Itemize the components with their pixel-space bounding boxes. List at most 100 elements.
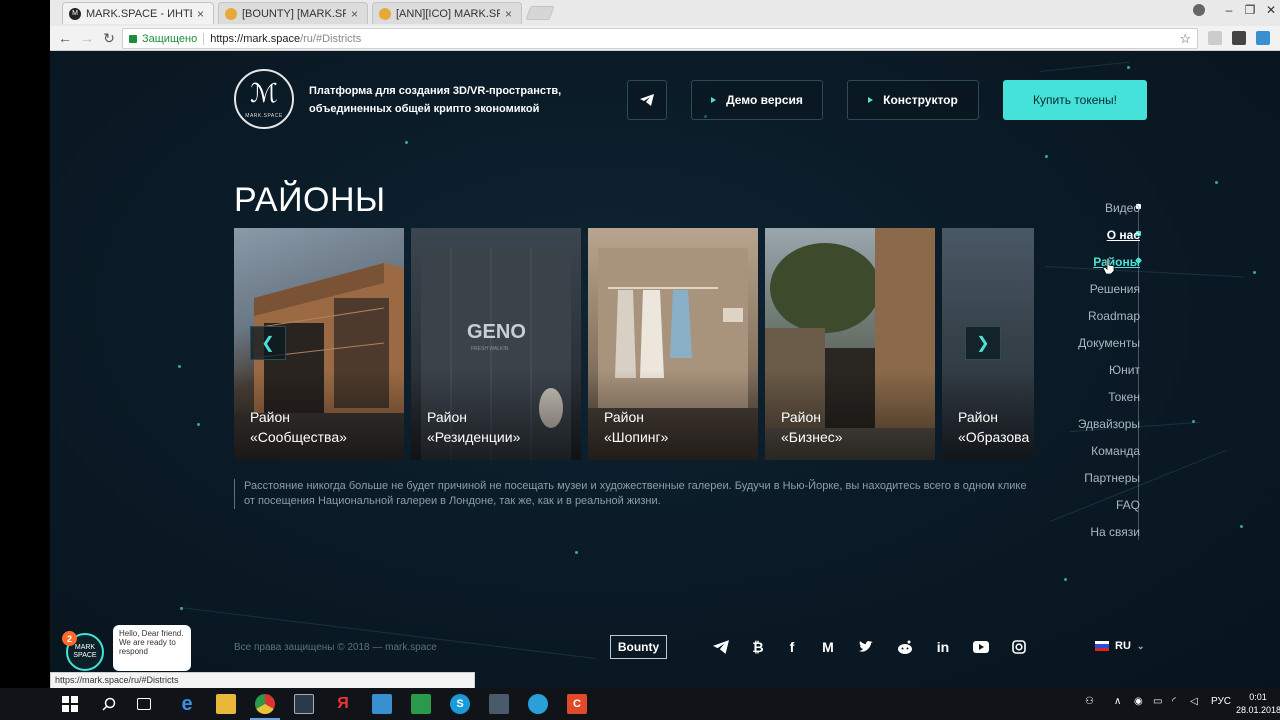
- sidenav-item-team[interactable]: Команда: [1091, 444, 1140, 458]
- card-line1: Район: [781, 409, 821, 425]
- chat-greeting-bubble[interactable]: Hello, Dear friend. We are ready to resp…: [113, 625, 191, 671]
- demo-label: Демо версия: [726, 93, 803, 107]
- card-label: Район «Бизнес»: [781, 407, 843, 447]
- monitor-app-icon[interactable]: [372, 694, 392, 714]
- medium-social-icon[interactable]: M: [818, 637, 838, 657]
- address-bar[interactable]: Защищено https://mark.space /ru/#Distric…: [122, 28, 1198, 49]
- tab-ann[interactable]: [ANN][ICO] MARK.SPACE ×: [372, 2, 522, 24]
- card-line2: «Бизнес»: [781, 429, 843, 445]
- sidenav-item-contact[interactable]: На связи: [1090, 525, 1140, 539]
- tray-expand-icon[interactable]: ∧: [1114, 696, 1121, 707]
- status-bar-url: https://mark.space/ru/#Districts: [50, 672, 475, 688]
- telegram-social-icon[interactable]: [711, 637, 731, 657]
- telegram-button[interactable]: [627, 80, 667, 120]
- volume-icon[interactable]: ◁: [1190, 696, 1198, 707]
- hand-cursor-icon: [1103, 258, 1115, 274]
- sidenav-item-solutions[interactable]: Решения: [1090, 282, 1140, 296]
- telegram-app-icon[interactable]: [528, 694, 548, 714]
- close-icon[interactable]: ×: [351, 7, 361, 21]
- demo-button[interactable]: Демо версия: [691, 80, 823, 120]
- bitcoin-social-icon[interactable]: ₿: [748, 637, 768, 657]
- buy-tokens-button[interactable]: Купить токены!: [1003, 80, 1147, 120]
- extension-reader-icon[interactable]: [1232, 31, 1246, 45]
- task-view-icon[interactable]: [137, 698, 151, 710]
- close-icon[interactable]: ×: [505, 7, 515, 21]
- sidenav-item-partners[interactable]: Партнеры: [1084, 471, 1140, 485]
- account-icon[interactable]: [1193, 4, 1205, 16]
- chat-unread-badge: 2: [62, 631, 77, 646]
- district-card-residences[interactable]: GENO FRESH WALKIN Район «Резиденции»: [411, 228, 581, 460]
- linkedin-social-icon[interactable]: in: [933, 637, 953, 657]
- carousel-prev-button[interactable]: ❮: [250, 326, 286, 360]
- bounty-button[interactable]: Bounty: [610, 635, 667, 659]
- minimize-icon[interactable]: –: [1220, 3, 1238, 17]
- extension-icon[interactable]: [1256, 31, 1270, 45]
- twitter-social-icon[interactable]: [856, 637, 876, 657]
- reddit-social-icon[interactable]: [895, 637, 915, 657]
- youtube-social-icon[interactable]: [971, 637, 991, 657]
- sidenav-item-documents[interactable]: Документы: [1078, 336, 1140, 350]
- district-card-business[interactable]: Район «Бизнес»: [765, 228, 935, 460]
- wifi-icon[interactable]: ◜: [1172, 696, 1176, 707]
- markspace-logo[interactable]: ℳ MARK.SPACE: [234, 69, 294, 129]
- url-path: /ru/#Districts: [300, 32, 362, 45]
- new-tab-button[interactable]: [525, 6, 555, 20]
- language-selector[interactable]: RU ⌄: [1095, 640, 1144, 652]
- forward-arrow-icon[interactable]: →: [78, 29, 96, 47]
- logo-text: MARK.SPACE: [245, 113, 283, 119]
- back-arrow-icon[interactable]: ←: [56, 29, 74, 47]
- instagram-social-icon[interactable]: [1009, 637, 1029, 657]
- yandex-browser-icon[interactable]: Я: [333, 694, 353, 714]
- edge-browser-icon[interactable]: e: [177, 693, 197, 715]
- file-explorer-icon[interactable]: [216, 694, 236, 714]
- window-close-icon[interactable]: ✕: [1262, 3, 1280, 17]
- district-card-shopping[interactable]: Район «Шопинг»: [588, 228, 758, 460]
- star-dot: [1253, 271, 1256, 274]
- sidenav-item-unit[interactable]: Юнит: [1109, 363, 1140, 377]
- browser-chrome: M MARK.SPACE - ИНТЕРНЕ × [BOUNTY] [MARK.…: [50, 0, 1280, 51]
- sidenav-item-advisors[interactable]: Эдвайзоры: [1078, 417, 1140, 431]
- tray-app-icon[interactable]: ◉: [1134, 696, 1143, 707]
- sidenav-item-token[interactable]: Токен: [1108, 390, 1140, 404]
- tab-strip: M MARK.SPACE - ИНТЕРНЕ × [BOUNTY] [MARK.…: [50, 0, 1280, 26]
- sidenav-item-faq[interactable]: FAQ: [1116, 498, 1140, 512]
- star-dot: [178, 365, 181, 368]
- constructor-button[interactable]: Конструктор: [847, 80, 979, 120]
- windows-start-icon[interactable]: [60, 694, 80, 714]
- star-dot: [1064, 578, 1067, 581]
- bitcointalk-favicon-icon: [225, 7, 237, 20]
- bitcointalk-favicon-icon: [379, 7, 391, 20]
- chrome-icon[interactable]: [255, 694, 275, 714]
- header-tagline: Платформа для создания 3D/VR-пространств…: [309, 85, 562, 115]
- star-dot: [197, 423, 200, 426]
- tab-bounty[interactable]: [BOUNTY] [MARK.SPACE ×: [218, 2, 368, 24]
- input-language[interactable]: РУС: [1211, 696, 1231, 707]
- geno-sign: GENO: [467, 321, 526, 343]
- photos-icon[interactable]: [489, 694, 509, 714]
- search-icon[interactable]: [99, 694, 119, 714]
- recorder-app-icon[interactable]: C: [567, 694, 587, 714]
- card-label: Район «Образова: [958, 407, 1029, 447]
- browser-toolbar: ← → ↻ Защищено https://mark.space /ru/#D…: [50, 26, 1280, 51]
- battery-icon[interactable]: ▭: [1153, 696, 1162, 707]
- reload-icon[interactable]: ↻: [100, 29, 118, 47]
- facebook-social-icon[interactable]: f: [782, 637, 802, 657]
- close-icon[interactable]: ×: [197, 7, 207, 21]
- lock-icon: [129, 34, 137, 43]
- sidenav-item-about[interactable]: О нас: [1107, 228, 1140, 242]
- system-clock[interactable]: 0:01 28.01.2018: [1236, 691, 1280, 717]
- extension-pdf-icon[interactable]: [1208, 31, 1222, 45]
- skype-icon[interactable]: S: [450, 694, 470, 714]
- video-app-icon[interactable]: [294, 694, 314, 714]
- people-icon[interactable]: ⚇: [1085, 696, 1094, 707]
- star-dot: [1215, 181, 1218, 184]
- sidenav-item-video[interactable]: Видео: [1105, 201, 1140, 215]
- camtasia-icon[interactable]: [411, 694, 431, 714]
- sidenav-item-roadmap[interactable]: Roadmap: [1088, 309, 1140, 323]
- carousel-next-button[interactable]: ❯: [965, 326, 1001, 360]
- bookmark-star-icon[interactable]: ☆: [1179, 31, 1191, 47]
- maximize-icon[interactable]: ❐: [1241, 3, 1259, 17]
- sidenav-item-districts[interactable]: Районы: [1093, 255, 1140, 269]
- tab-title: MARK.SPACE - ИНТЕРНЕ: [86, 7, 192, 20]
- tab-markspace[interactable]: M MARK.SPACE - ИНТЕРНЕ ×: [62, 2, 214, 24]
